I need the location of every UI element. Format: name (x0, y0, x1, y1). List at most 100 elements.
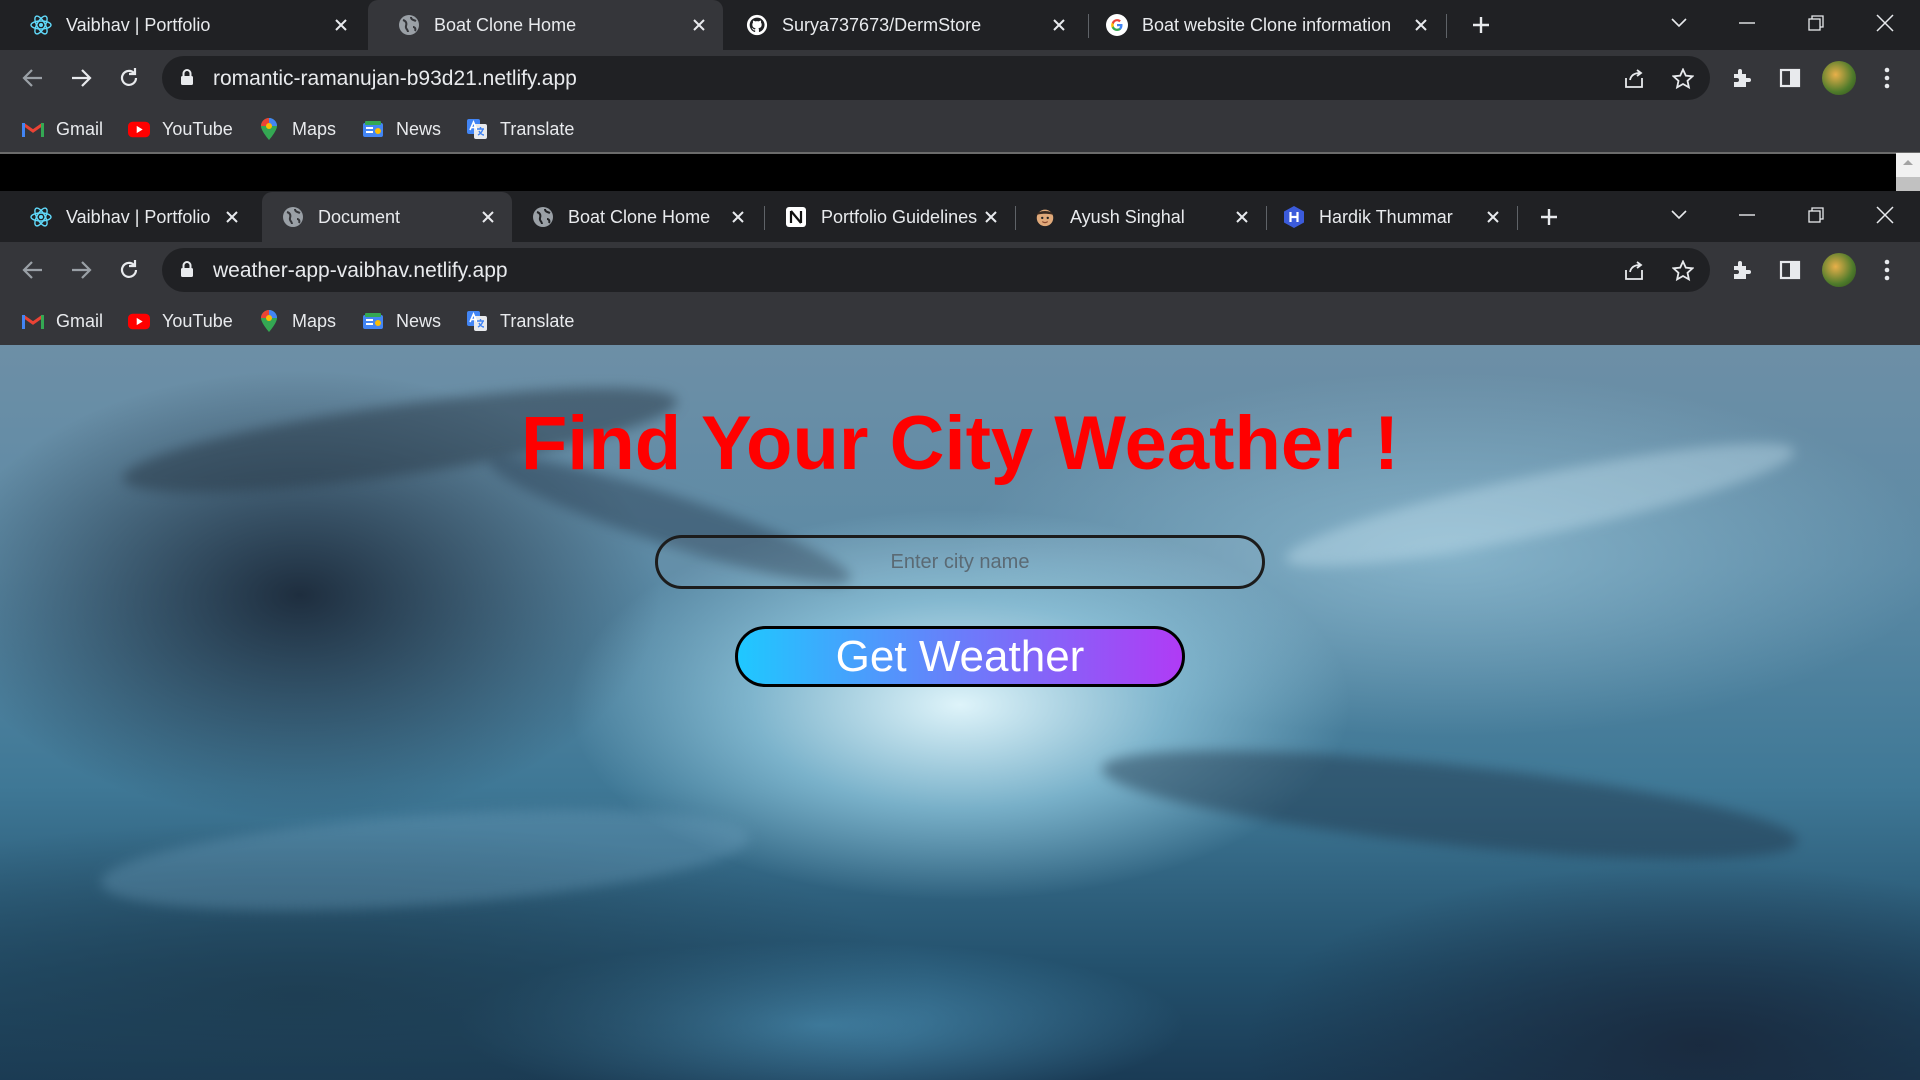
globe-icon (398, 14, 420, 36)
tab-title: Vaibhav | Portfolio (66, 206, 211, 227)
bookmark-translate[interactable]: Translate (466, 308, 574, 334)
window-divider (0, 152, 1920, 154)
page-title: Find Your City Weather ! (520, 401, 1400, 486)
tab-boat-website-clone-info[interactable]: Boat website Clone information (1090, 0, 1445, 50)
get-weather-button[interactable]: Get Weather (735, 626, 1185, 687)
side-panel-icon[interactable] (1774, 254, 1806, 286)
close-icon[interactable] (1228, 203, 1256, 231)
bookmark-youtube[interactable]: YouTube (128, 308, 233, 334)
browser-window-back: Vaibhav | Portfolio Boat Clone Home Sury… (0, 0, 1920, 153)
url-text: romantic-ramanujan-b93d21.netlify.app (213, 67, 577, 90)
close-icon[interactable] (474, 203, 502, 231)
minimize-button[interactable] (1727, 6, 1767, 40)
browser-window-front: Vaibhav | Portfolio Document Boat Clone … (0, 192, 1920, 345)
bookmark-label: News (396, 118, 442, 139)
bookmark-label: Maps (292, 118, 337, 139)
restore-button[interactable] (1796, 6, 1836, 40)
star-icon[interactable] (1667, 68, 1699, 90)
tab-title: Boat Clone Home (434, 14, 577, 35)
avatar[interactable] (1822, 61, 1856, 95)
close-window-button[interactable] (1865, 6, 1905, 40)
share-icon[interactable] (1618, 260, 1650, 282)
tab-separator (1088, 14, 1089, 38)
menu-icon[interactable] (1871, 254, 1903, 286)
bookmark-gmail[interactable]: Gmail (22, 116, 103, 142)
close-icon[interactable] (977, 203, 1005, 231)
tab-boat-clone-home[interactable]: Boat Clone Home (512, 192, 762, 242)
scrollbar[interactable] (1896, 153, 1920, 191)
bookmark-label: Maps (292, 310, 337, 331)
close-icon[interactable] (1045, 11, 1073, 39)
close-icon[interactable] (724, 203, 752, 231)
extensions-icon[interactable] (1726, 62, 1758, 94)
forward-button[interactable] (65, 62, 97, 94)
tab-hardik-thummar[interactable]: Hardik Thummar (1267, 192, 1517, 242)
toolbar: weather-app-vaibhav.netlify.app (0, 242, 1920, 298)
new-tab-button[interactable] (1466, 10, 1496, 40)
menu-icon[interactable] (1871, 62, 1903, 94)
back-button[interactable] (17, 62, 49, 94)
tab-title: Portfolio Guidelines (821, 206, 977, 227)
new-tab-button[interactable] (1534, 202, 1564, 232)
tab-document[interactable]: Document (262, 192, 512, 242)
extensions-icon[interactable] (1726, 254, 1758, 286)
youtube-icon (128, 118, 150, 140)
reload-button[interactable] (113, 62, 145, 94)
tab-title: Boat website Clone information (1142, 14, 1392, 35)
close-icon[interactable] (327, 11, 355, 39)
tab-boat-clone-home[interactable]: Boat Clone Home (368, 0, 723, 50)
bookmark-translate[interactable]: Translate (466, 116, 574, 142)
notion-icon (785, 206, 807, 228)
lock-icon[interactable] (180, 260, 194, 283)
back-button[interactable] (17, 254, 49, 286)
bookmark-label: Translate (500, 118, 575, 139)
bookmark-youtube[interactable]: YouTube (128, 116, 233, 142)
share-icon[interactable] (1618, 68, 1650, 90)
close-icon[interactable] (1407, 11, 1435, 39)
tab-ayush-singhal[interactable]: Ayush Singhal (1016, 192, 1266, 242)
maps-icon (258, 310, 280, 332)
avatar[interactable] (1822, 253, 1856, 287)
bookmarks-bar: Gmail YouTube Maps News Translate (0, 298, 1920, 344)
restore-button[interactable] (1796, 198, 1836, 232)
star-icon[interactable] (1667, 260, 1699, 282)
tab-vaibhav-portfolio[interactable]: Vaibhav | Portfolio (0, 0, 365, 50)
tab-vaibhav-portfolio[interactable]: Vaibhav | Portfolio (0, 192, 256, 242)
bookmark-news[interactable]: News (362, 116, 441, 142)
close-icon[interactable] (1479, 203, 1507, 231)
tab-separator (1517, 206, 1518, 230)
lock-icon[interactable] (180, 68, 194, 91)
bookmark-label: Gmail (56, 310, 104, 331)
tab-search-button[interactable] (1659, 198, 1699, 232)
bookmark-maps[interactable]: Maps (258, 116, 336, 142)
toolbar: romantic-ramanujan-b93d21.netlify.app (0, 50, 1920, 106)
bookmark-label: YouTube (162, 310, 233, 331)
city-input[interactable] (655, 535, 1265, 589)
forward-button[interactable] (65, 254, 97, 286)
bookmarks-bar: Gmail YouTube Maps News Translate (0, 106, 1920, 152)
side-panel-icon[interactable] (1774, 62, 1806, 94)
back-window-content (0, 153, 1920, 191)
address-bar[interactable]: romantic-ramanujan-b93d21.netlify.app (162, 56, 1710, 100)
bookmark-label: Gmail (56, 118, 104, 139)
reload-button[interactable] (113, 254, 145, 286)
close-icon[interactable] (685, 11, 713, 39)
bookmark-label: News (396, 310, 442, 331)
weather-app-page: Find Your City Weather ! Get Weather (0, 345, 1920, 1080)
tab-title: Vaibhav | Portfolio (66, 14, 211, 35)
react-icon (30, 206, 52, 228)
youtube-icon (128, 310, 150, 332)
bookmark-news[interactable]: News (362, 308, 441, 334)
bookmark-gmail[interactable]: Gmail (22, 308, 103, 334)
address-bar[interactable]: weather-app-vaibhav.netlify.app (162, 248, 1710, 292)
minimize-button[interactable] (1727, 198, 1767, 232)
tab-dermstore-github[interactable]: Surya737673/DermStore (728, 0, 1083, 50)
tab-search-button[interactable] (1659, 6, 1699, 40)
tab-portfolio-guidelines[interactable]: Portfolio Guidelines (765, 192, 1015, 242)
google-icon (1106, 14, 1128, 36)
tab-title: Boat Clone Home (568, 206, 711, 227)
bookmark-maps[interactable]: Maps (258, 308, 336, 334)
close-window-button[interactable] (1865, 198, 1905, 232)
maps-icon (258, 118, 280, 140)
close-icon[interactable] (218, 203, 246, 231)
